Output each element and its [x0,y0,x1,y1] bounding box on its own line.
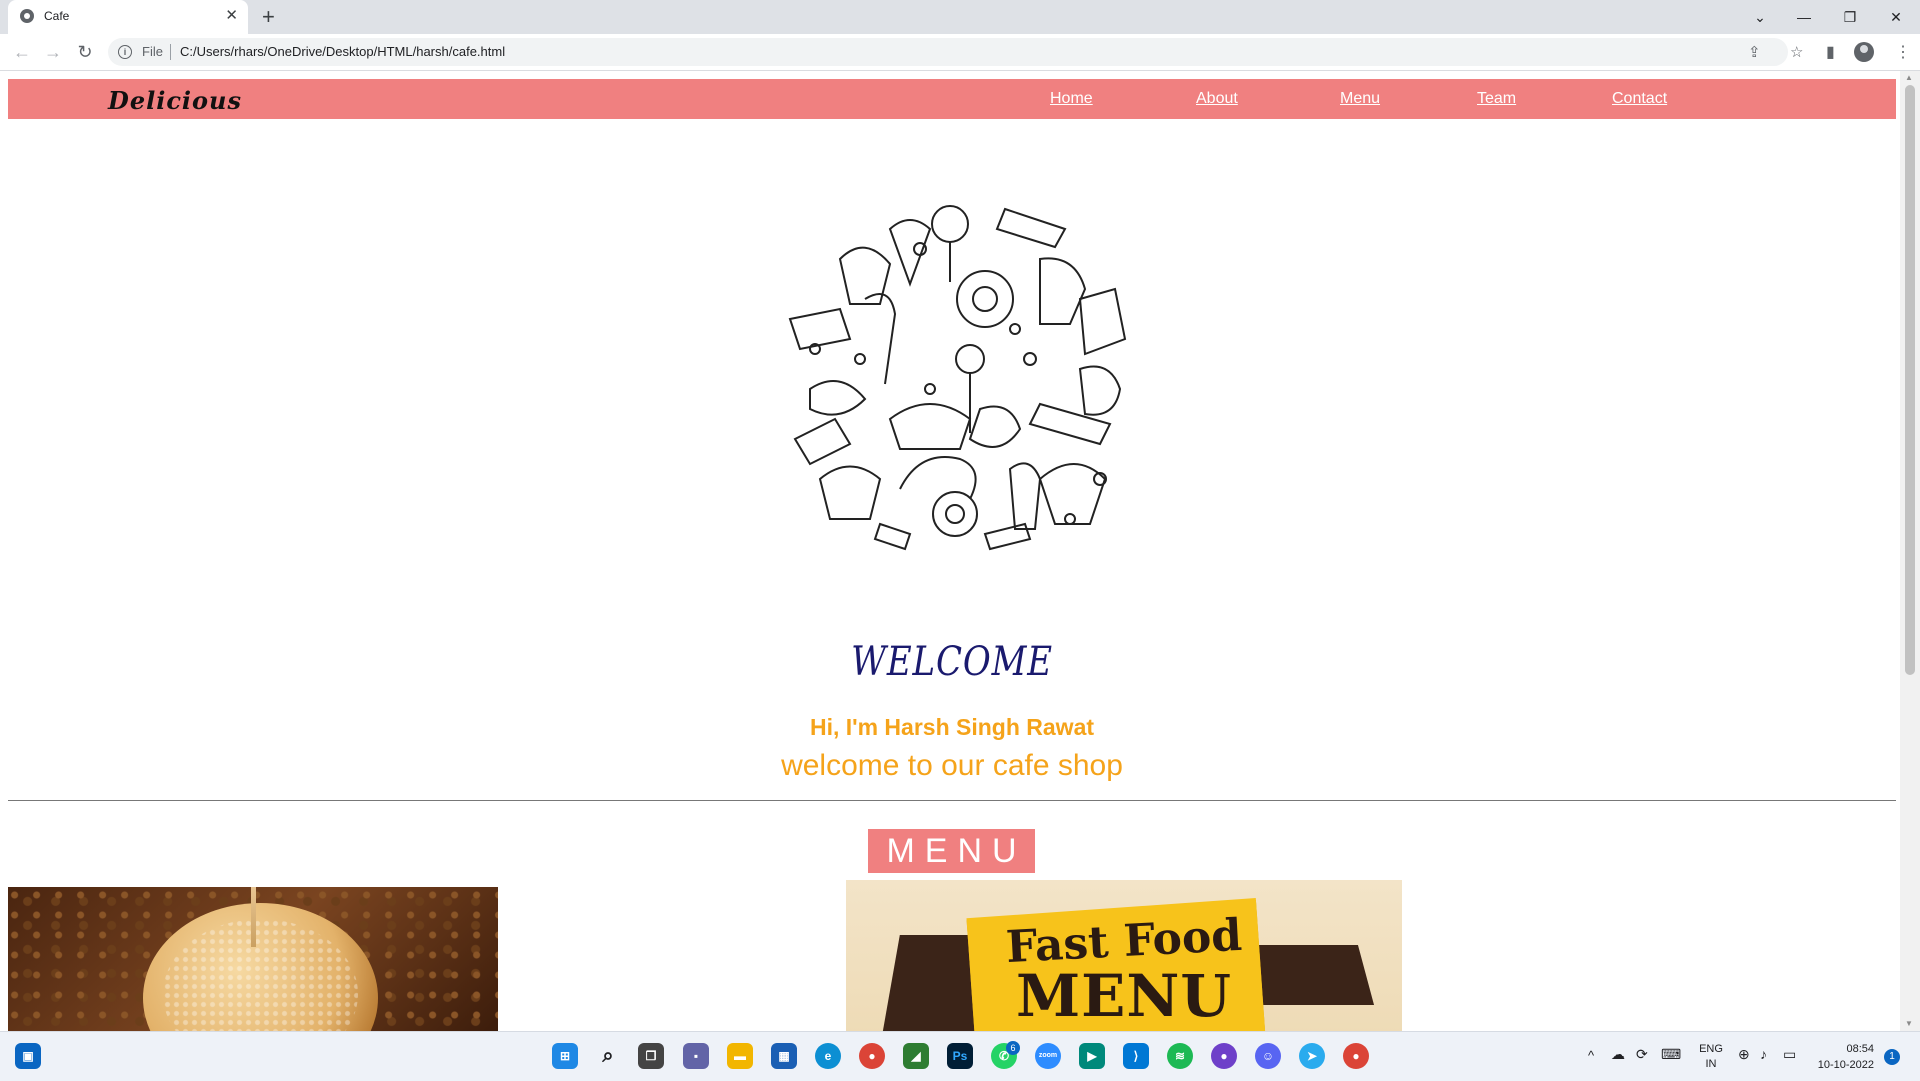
volume-icon[interactable]: ♪ [1760,1046,1767,1062]
network-icon[interactable]: ⊕ [1738,1046,1750,1063]
browser-tabstrip: Cafe ✕ + ⌄ — ❐ ✕ [0,0,1920,34]
side-panel-icon[interactable]: ▮ [1826,42,1835,62]
coffee-pour-shape [251,887,256,947]
store-icon[interactable]: ▦ [771,1043,797,1069]
scroll-down-icon[interactable]: ▼ [1905,1019,1913,1028]
nav-link-about[interactable]: About [1196,90,1238,108]
tagline-text: welcome to our cafe shop [781,749,1123,782]
menu-heading: MENU [868,829,1035,873]
start-icon[interactable]: ⊞ [552,1043,578,1069]
page-viewport: Delicious Home About Menu Team Contact W… [0,71,1900,1031]
clock-time[interactable]: 08:54 [1812,1043,1874,1055]
section-divider [8,800,1896,801]
minimize-button[interactable]: — [1784,4,1824,30]
profile-avatar-icon[interactable] [1854,42,1874,62]
new-tab-button[interactable]: + [262,3,275,31]
whatsapp-badge: 6 [1006,1041,1020,1055]
github-icon[interactable]: ● [1211,1043,1237,1069]
language-eng[interactable]: ENG [1696,1043,1726,1055]
forward-icon[interactable]: → [41,40,65,64]
back-icon[interactable]: ← [10,40,34,64]
widgets-icon[interactable]: ▣ [15,1043,41,1069]
telegram-icon[interactable]: ➤ [1299,1043,1325,1069]
file-explorer-icon[interactable]: ▬ [727,1043,753,1069]
notification-badge[interactable]: 1 [1884,1049,1900,1065]
restore-button[interactable]: ❐ [1830,4,1870,30]
keyboard-icon[interactable]: ⌨ [1661,1046,1681,1063]
teams-chat-icon[interactable]: ▪ [683,1043,709,1069]
address-bar[interactable]: i File C:/Users/rhars/OneDrive/Desktop/H… [108,38,1803,66]
fast-food-menu-image: Fast Food MENU [846,880,1402,1031]
task-view-icon[interactable]: ❒ [638,1043,664,1069]
tab-title: Cafe [44,9,70,23]
edge-icon[interactable]: e [815,1043,841,1069]
chrome-icon[interactable]: ● [859,1043,885,1069]
fast-food-menu-word: MENU [1015,962,1232,1030]
battery-icon[interactable]: ▭ [1783,1046,1796,1063]
nav-link-contact[interactable]: Contact [1612,90,1667,108]
chrome-active-icon[interactable]: ● [1343,1043,1369,1069]
sync-icon[interactable]: ⟳ [1636,1046,1648,1063]
discord-icon[interactable]: ☺ [1255,1043,1281,1069]
scroll-thumb[interactable] [1905,85,1915,675]
intro-text: Hi, I'm Harsh Singh Rawat [809,714,1095,740]
welcome-heading: WELCOME [851,639,1053,685]
nav-link-menu[interactable]: Menu [1340,90,1380,108]
browser-tab[interactable]: Cafe ✕ [8,0,248,34]
close-window-button[interactable]: ✕ [1876,4,1916,30]
photoshop-icon[interactable]: Ps [947,1043,973,1069]
vscode-icon[interactable]: ⟩ [1123,1043,1149,1069]
onedrive-icon[interactable]: ☁ [1611,1046,1625,1063]
windows-taskbar: ▣ ⊞ ⌕ ❒ ▪ ▬ ▦ e ● ◢ Ps ✆ 6 zoom ▶ ⟩ ≋ ● … [0,1031,1920,1081]
globe-icon [20,9,34,23]
site-navbar: Delicious Home About Menu Team Contact [8,79,1896,119]
clock-date[interactable]: 10-10-2022 [1812,1059,1874,1071]
share-icon[interactable]: ⇪ [1748,43,1761,61]
info-icon[interactable]: i [118,45,132,59]
site-brand[interactable]: Delicious [108,86,242,115]
coffee-image [8,887,498,1031]
nav-link-team[interactable]: Team [1477,90,1516,108]
more-menu-icon[interactable]: ⋮ [1895,42,1911,62]
zoom-icon[interactable]: zoom [1035,1043,1061,1069]
meet-icon[interactable]: ▶ [1079,1043,1105,1069]
spotify-icon[interactable]: ≋ [1167,1043,1193,1069]
file-label: File [142,44,163,59]
tray-overflow-icon[interactable]: ^ [1588,1048,1594,1063]
url-text[interactable]: C:/Users/rhars/OneDrive/Desktop/HTML/har… [180,44,505,59]
reload-icon[interactable]: ↻ [73,40,97,64]
sweets-doodle-image [788,205,1127,551]
search-icon[interactable]: ⌕ [595,1043,621,1069]
app-icon[interactable]: ◢ [903,1043,929,1069]
bookmark-star-icon[interactable]: ☆ [1790,43,1803,61]
nav-link-home[interactable]: Home [1050,90,1093,108]
language-region[interactable]: IN [1696,1058,1726,1070]
scroll-up-icon[interactable]: ▲ [1905,73,1913,82]
tab-search-icon[interactable]: ⌄ [1740,4,1780,30]
browser-toolbar: ← → ↻ i File C:/Users/rhars/OneDrive/Des… [0,34,1920,71]
page-scrollbar[interactable]: ▲ ▼ [1900,71,1920,1031]
omnibox-divider [170,44,171,60]
close-tab-icon[interactable]: ✕ [225,6,238,26]
